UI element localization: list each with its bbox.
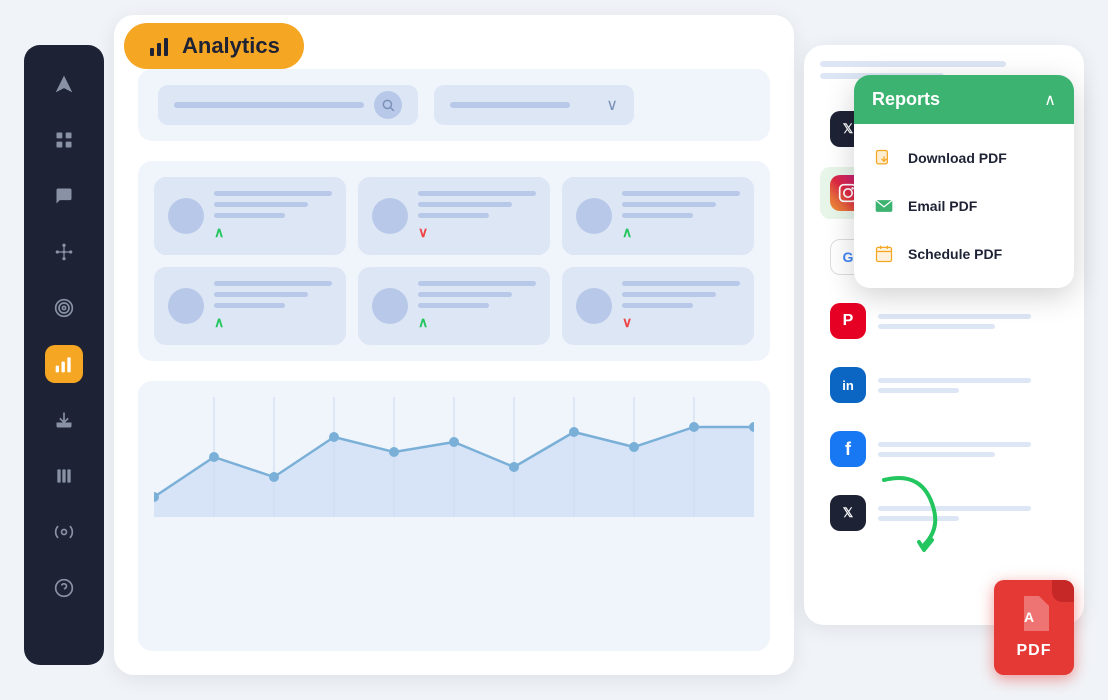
dropdown-box[interactable]: ∨	[434, 85, 634, 125]
chart-area	[138, 381, 770, 651]
pdf-icon[interactable]: A PDF	[994, 580, 1074, 675]
card-5: ∧	[358, 267, 550, 345]
search-input-line	[174, 102, 364, 108]
card-content-5: ∧	[418, 281, 536, 331]
arrow-annotation	[864, 460, 964, 565]
card-content-4: ∧	[214, 281, 332, 331]
pdf-label: PDF	[1017, 642, 1052, 660]
content-area: ∨ ∧ ∨	[114, 15, 794, 675]
sidebar-item-analytics[interactable]	[45, 345, 83, 383]
card-arrow-5: ∧	[418, 314, 536, 331]
card-avatar-2	[372, 198, 408, 234]
line-chart	[154, 397, 754, 517]
reports-chevron-icon: ∧	[1044, 90, 1056, 110]
card-3: ∧	[562, 177, 754, 255]
sidebar-item-tools[interactable]	[45, 513, 83, 551]
pinterest-icon: P	[830, 303, 866, 339]
facebook-icon: f	[830, 431, 866, 467]
social-item-linkedin[interactable]: in	[820, 359, 1068, 411]
card-2: ∨	[358, 177, 550, 255]
sidebar-item-target[interactable]	[45, 289, 83, 327]
card-arrow-6: ∨	[622, 314, 740, 331]
card-1: ∧	[154, 177, 346, 255]
search-icon	[374, 91, 402, 119]
reports-items: Download PDF Email PDF	[854, 124, 1074, 288]
chevron-down-icon: ∨	[606, 95, 618, 115]
card-arrow-1: ∧	[214, 224, 332, 241]
sidebar-item-navigation[interactable]	[45, 65, 83, 103]
dropdown-line	[450, 102, 570, 108]
card-content-2: ∨	[418, 191, 536, 241]
sidebar-item-messages[interactable]	[45, 177, 83, 215]
sidebar-item-support[interactable]	[45, 569, 83, 607]
card-4: ∧	[154, 267, 346, 345]
pdf-acrobat-icon: A	[1019, 596, 1049, 638]
twitter2-icon: 𝕏	[830, 495, 866, 531]
download-pdf-icon	[872, 146, 896, 170]
search-area: ∨	[138, 69, 770, 141]
linkedin-icon: in	[830, 367, 866, 403]
analytics-badge: Analytics	[124, 23, 304, 69]
email-pdf-icon	[872, 194, 896, 218]
sidebar-item-library[interactable]	[45, 457, 83, 495]
sidebar-item-network[interactable]	[45, 233, 83, 271]
analytics-badge-icon	[148, 34, 172, 58]
report-item-schedule-pdf[interactable]: Schedule PDF	[854, 230, 1074, 278]
schedule-pdf-icon	[872, 242, 896, 266]
search-input-box[interactable]	[158, 85, 418, 125]
arrow-svg	[864, 460, 964, 560]
social-lines-facebook	[878, 442, 1058, 457]
reports-title: Reports	[872, 89, 940, 110]
social-lines-pinterest	[878, 314, 1058, 329]
card-arrow-2: ∨	[418, 224, 536, 241]
card-content-3: ∧	[622, 191, 740, 241]
social-item-pinterest[interactable]: P	[820, 295, 1068, 347]
card-avatar-4	[168, 288, 204, 324]
svg-text:A: A	[1024, 609, 1034, 625]
sidebar-item-dashboard[interactable]	[45, 121, 83, 159]
card-6: ∨	[562, 267, 754, 345]
card-arrow-4: ∧	[214, 314, 332, 331]
report-item-email-pdf[interactable]: Email PDF	[854, 182, 1074, 230]
analytics-title: Analytics	[182, 33, 280, 59]
card-avatar-3	[576, 198, 612, 234]
card-avatar-6	[576, 288, 612, 324]
download-pdf-label: Download PDF	[908, 150, 1007, 166]
card-avatar-1	[168, 198, 204, 234]
sidebar	[24, 45, 104, 665]
main-container: Analytics	[24, 15, 1084, 685]
sidebar-item-download[interactable]	[45, 401, 83, 439]
card-arrow-3: ∧	[622, 224, 740, 241]
card-content-1: ∧	[214, 191, 332, 241]
social-lines-linkedin	[878, 378, 1058, 393]
reports-header[interactable]: Reports ∧	[854, 75, 1074, 124]
report-item-download-pdf[interactable]: Download PDF	[854, 134, 1074, 182]
card-avatar-5	[372, 288, 408, 324]
schedule-pdf-label: Schedule PDF	[908, 246, 1002, 262]
email-pdf-label: Email PDF	[908, 198, 977, 214]
cards-grid: ∧ ∨ ∧	[138, 161, 770, 361]
reports-dropdown: Reports ∧ Download PDF	[854, 75, 1074, 288]
card-content-6: ∨	[622, 281, 740, 331]
